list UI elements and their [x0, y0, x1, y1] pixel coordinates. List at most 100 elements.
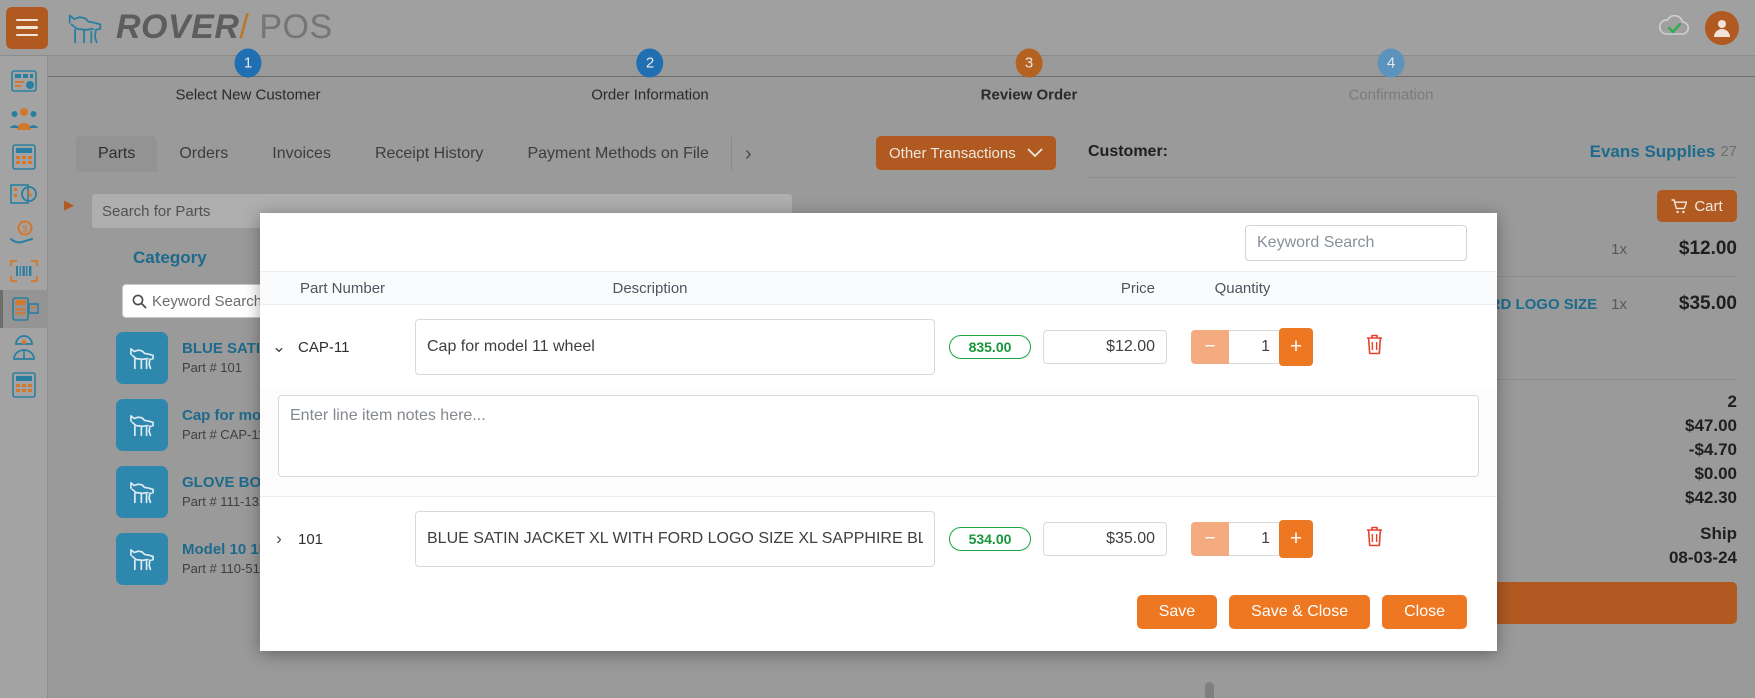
row-description-field[interactable] — [415, 511, 935, 567]
modal-footer: Save Save & Close Close — [260, 581, 1497, 629]
step-2[interactable]: 2 Order Information — [591, 49, 709, 104]
wizard-stepper: 1 Select New Customer 2 Order Informatio… — [48, 56, 1755, 126]
app-root: ROVER/ POS — [0, 0, 1755, 698]
cart-line-price: $12.00 — [1641, 238, 1737, 260]
rail-item-payments[interactable]: $ — [0, 214, 48, 252]
tab-payment-methods[interactable]: Payment Methods on File — [505, 136, 730, 172]
cart-line-qty: 1x — [1611, 296, 1627, 313]
description-input[interactable] — [415, 319, 935, 375]
chevron-down-icon — [1027, 148, 1043, 158]
other-transactions-label: Other Transactions — [889, 145, 1016, 162]
rail-item-technician[interactable] — [0, 328, 48, 366]
rail-item-pos-terminal[interactable] — [0, 290, 48, 328]
description-input[interactable] — [415, 511, 935, 567]
rail-item-time-clock[interactable] — [0, 176, 48, 214]
notes-textarea[interactable] — [278, 395, 1479, 477]
trash-icon[interactable] — [1365, 334, 1384, 360]
rail-item-barcode[interactable] — [0, 252, 48, 290]
step-1-number: 1 — [235, 49, 262, 78]
tab-orders[interactable]: Orders — [157, 136, 250, 172]
step-2-label: Order Information — [591, 87, 709, 104]
customer-label: Customer: — [1088, 143, 1168, 161]
quantity-input[interactable] — [1229, 330, 1279, 364]
technician-icon — [11, 334, 37, 360]
step-1[interactable]: 1 Select New Customer — [175, 49, 320, 104]
dog-icon — [127, 345, 157, 371]
customer-row: Customer: Evans Supplies 27 — [1088, 126, 1737, 178]
row-price-field[interactable] — [1043, 330, 1167, 364]
dog-icon — [127, 546, 157, 572]
row-price-field[interactable] — [1043, 522, 1167, 556]
save-button[interactable]: Save — [1137, 595, 1217, 629]
tab-parts[interactable]: Parts — [76, 136, 157, 172]
dog-icon — [127, 479, 157, 505]
dog-icon — [127, 412, 157, 438]
dog-icon — [64, 10, 106, 46]
rail-item-customers[interactable] — [0, 100, 48, 138]
minus-icon[interactable]: − — [1191, 522, 1229, 556]
chevron-right-icon[interactable]: › — [731, 137, 765, 171]
chevron-down-icon[interactable]: ⌄ — [260, 337, 298, 357]
step-3[interactable]: 3 Review Order — [981, 49, 1078, 104]
modal-keyword-search[interactable] — [1245, 225, 1467, 261]
cost-pill: 534.00 — [949, 527, 1031, 551]
chevron-right-icon[interactable]: › — [260, 529, 298, 549]
trash-icon[interactable] — [1365, 526, 1384, 552]
tab-invoices[interactable]: Invoices — [250, 136, 353, 172]
price-input[interactable] — [1043, 522, 1167, 556]
save-and-close-button[interactable]: Save & Close — [1229, 595, 1370, 629]
barcode-icon — [10, 260, 38, 282]
line-item-notes — [260, 389, 1497, 496]
plus-icon[interactable]: + — [1279, 328, 1313, 366]
brand-name: ROVER — [116, 8, 239, 46]
svg-text:$: $ — [22, 224, 27, 234]
brand-product: POS — [259, 8, 332, 46]
hamburger-icon[interactable] — [6, 7, 48, 49]
brand-logo: ROVER/ POS — [64, 8, 333, 47]
brand-text: ROVER/ POS — [116, 8, 333, 47]
column-description: Description — [415, 280, 885, 297]
part-thumbnail — [116, 399, 168, 451]
search-icon — [132, 294, 147, 309]
table-row: ⌄ CAP-11 835.00 − + — [260, 305, 1497, 389]
row-description-field[interactable] — [415, 319, 935, 375]
cart-button-label: Cart — [1694, 198, 1722, 215]
step-1-label: Select New Customer — [175, 87, 320, 104]
other-transactions-dropdown[interactable]: Other Transactions — [876, 136, 1056, 170]
step-4-label: Confirmation — [1348, 87, 1433, 104]
quantity-stepper: − + — [1191, 328, 1313, 366]
column-part-number: Part Number — [260, 280, 415, 297]
rail-item-calculator2[interactable] — [0, 366, 48, 404]
price-input[interactable] — [1043, 330, 1167, 364]
tab-receipt-history[interactable]: Receipt History — [353, 136, 505, 172]
search-input[interactable] — [1257, 234, 1464, 252]
cart-line-qty: 1x — [1611, 241, 1627, 258]
row-part-number: 101 — [298, 531, 415, 548]
brand-slash: / — [239, 8, 249, 46]
user-avatar-icon[interactable] — [1705, 11, 1739, 45]
close-button[interactable]: Close — [1382, 595, 1467, 629]
part-thumbnail — [116, 466, 168, 518]
customer-name[interactable]: Evans Supplies — [1590, 142, 1716, 162]
minus-icon[interactable]: − — [1191, 330, 1229, 364]
column-price: Price — [885, 280, 1155, 297]
step-3-label: Review Order — [981, 87, 1078, 104]
cart-line-price: $35.00 — [1641, 293, 1737, 315]
customers-icon — [10, 106, 38, 132]
quantity-stepper: − + — [1191, 520, 1313, 558]
plus-icon[interactable]: + — [1279, 520, 1313, 558]
cart-button[interactable]: Cart — [1657, 190, 1737, 222]
part-thumbnail — [116, 332, 168, 384]
calculator2-icon — [12, 372, 36, 398]
rail-item-dashboard[interactable] — [0, 62, 48, 100]
quantity-input[interactable] — [1229, 522, 1279, 556]
modal-header — [260, 213, 1497, 271]
step-4-number: 4 — [1377, 49, 1404, 78]
step-4[interactable]: 4 Confirmation — [1348, 49, 1433, 104]
part-thumbnail — [116, 533, 168, 585]
top-bar-actions — [1657, 11, 1755, 45]
rail-item-calculator[interactable] — [0, 138, 48, 176]
table-row: › 101 534.00 − + — [260, 497, 1497, 581]
cloud-check-icon[interactable] — [1657, 15, 1691, 41]
triangle-right-icon[interactable]: ▶ — [64, 197, 74, 213]
